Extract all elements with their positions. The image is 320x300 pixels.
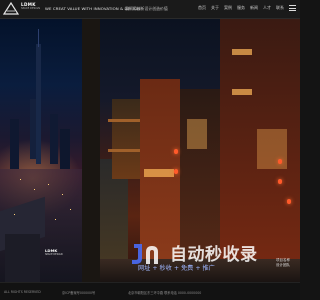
city-light (48, 184, 49, 185)
pagoda-roof (108, 149, 144, 152)
main-nav: 首页 关于 案例 服务 新闻 人才 联系 (198, 5, 284, 11)
lantern (174, 169, 178, 174)
footer-copyright: ALL RIGHTS RESERVED (4, 290, 41, 294)
city-caption-sub: SPACE DESIGN (45, 253, 63, 256)
lit-window (187, 119, 207, 149)
pagoda-roof (108, 119, 144, 122)
project-caption: 项目名称 设计团队 (276, 258, 290, 268)
nav-item-about[interactable]: 关于 (211, 5, 219, 11)
city-light (14, 214, 15, 215)
nav-item-home[interactable]: 首页 (198, 5, 206, 11)
lantern (278, 159, 282, 164)
watermark-badge: 自动秒收录 网址 + 秒收 + 免费 + 推广 (130, 240, 282, 276)
nav-item-contact[interactable]: 联系 (276, 5, 284, 11)
skyscraper (36, 44, 41, 164)
lantern (174, 149, 178, 154)
nav-item-careers[interactable]: 人才 (263, 5, 271, 11)
skyscraper (50, 114, 58, 164)
skyscraper (38, 29, 39, 47)
skyscraper (30, 99, 36, 159)
city-light (34, 189, 35, 190)
city-block (5, 234, 40, 282)
lit-window (232, 49, 252, 55)
nav-item-news[interactable]: 新闻 (250, 5, 258, 11)
footer-icp-link[interactable]: 京ICP备案号000000号 (62, 290, 95, 295)
lit-window (232, 89, 252, 95)
project-caption-line: 设计团队 (276, 263, 290, 267)
lantern (278, 179, 282, 184)
city-light (55, 219, 56, 220)
skyscraper (60, 129, 70, 169)
city-light (70, 209, 71, 210)
site-header: LDMK SPACE DESIGN WE CREAT VALUE WITH IN… (0, 0, 300, 19)
nav-item-services[interactable]: 服务 (237, 5, 245, 11)
nav-item-cases[interactable]: 案例 (224, 5, 232, 11)
slogan-cn: 我们用创新设计创造价值 (125, 6, 168, 11)
street-building (82, 19, 100, 282)
skyscraper (10, 119, 19, 169)
lantern (287, 199, 291, 204)
brand-name[interactable]: LDMK SPACE DESIGN (21, 2, 41, 10)
footer-address: 北京市朝阳区东三环中路 联系电话 0000-0000000 (128, 291, 202, 295)
project-image-city-night[interactable]: LDMK SPACE DESIGN (0, 19, 82, 282)
site-footer: ALL RIGHTS RESERVED 京ICP备案号000000号 北京市朝阳… (0, 282, 300, 300)
pagoda (112, 99, 140, 179)
brand-logo-icon[interactable] (3, 2, 19, 15)
hamburger-menu-icon[interactable] (289, 5, 296, 11)
brand-subtitle: SPACE DESIGN (21, 7, 41, 10)
lit-window (257, 129, 287, 169)
watermark-subtitle: 网址 + 秒收 + 免费 + 推广 (138, 265, 215, 272)
city-light (62, 194, 63, 195)
watermark-title: 自动秒收录 (170, 245, 258, 265)
lit-window (144, 169, 174, 177)
city-light (20, 179, 21, 180)
